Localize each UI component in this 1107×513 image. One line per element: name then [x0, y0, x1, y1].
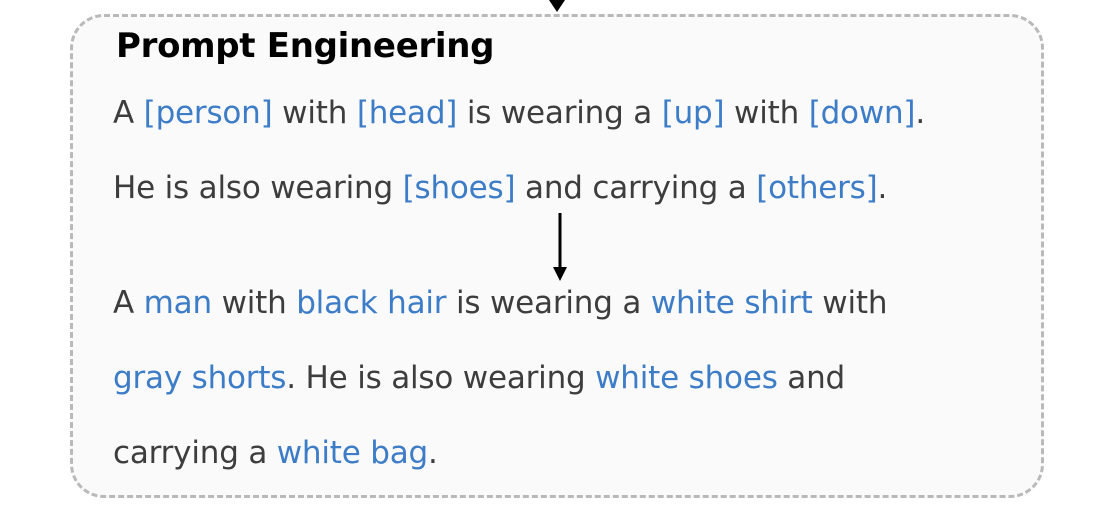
keyword-slot: [down] [808, 95, 916, 131]
keyword-slot: [shoes] [402, 170, 516, 206]
keyword-slot: [up] [661, 95, 725, 131]
sentence-text: . He is also wearing [286, 360, 596, 396]
keyword-slot: gray shorts [113, 360, 287, 396]
template-line-2: He is also wearing [shoes] and carrying … [113, 170, 887, 206]
keyword-slot: [others] [756, 170, 878, 206]
keyword-slot: white shirt [650, 285, 813, 321]
sentence-text: with [724, 95, 809, 131]
keyword-slot: [person] [143, 95, 273, 131]
sentence-text: . [877, 170, 888, 206]
keyword-slot: white bag [276, 435, 429, 471]
keyword-slot: black hair [296, 285, 447, 321]
example-line-2: gray shorts. He is also wearing white sh… [113, 360, 845, 396]
sentence-text: is wearing a [457, 95, 662, 131]
keyword-slot: [head] [356, 95, 458, 131]
sentence-text: with [211, 285, 297, 321]
sentence-text: and carrying a [515, 170, 757, 206]
sentence-text: is wearing a [446, 285, 651, 321]
transform-arrow [553, 213, 567, 281]
example-line-1: A man with black hair is wearing a white… [113, 285, 887, 321]
panel-title: Prompt Engineering [116, 26, 495, 66]
sentence-text: . [428, 435, 438, 471]
incoming-arrow [549, 0, 565, 12]
sentence-text: He is also wearing [113, 170, 403, 206]
sentence-text: carrying a [113, 435, 277, 471]
template-line-1: A [person] with [head] is wearing a [up]… [113, 95, 925, 131]
sentence-text: and [777, 360, 846, 396]
sentence-text: A [113, 95, 144, 131]
keyword-slot: man [143, 285, 212, 321]
keyword-slot: white shoes [595, 360, 778, 396]
sentence-text: with [812, 285, 888, 321]
sentence-text: . [915, 95, 925, 131]
example-line-3: carrying a white bag. [113, 435, 438, 471]
sentence-text: with [272, 95, 357, 131]
sentence-text: A [113, 285, 144, 321]
